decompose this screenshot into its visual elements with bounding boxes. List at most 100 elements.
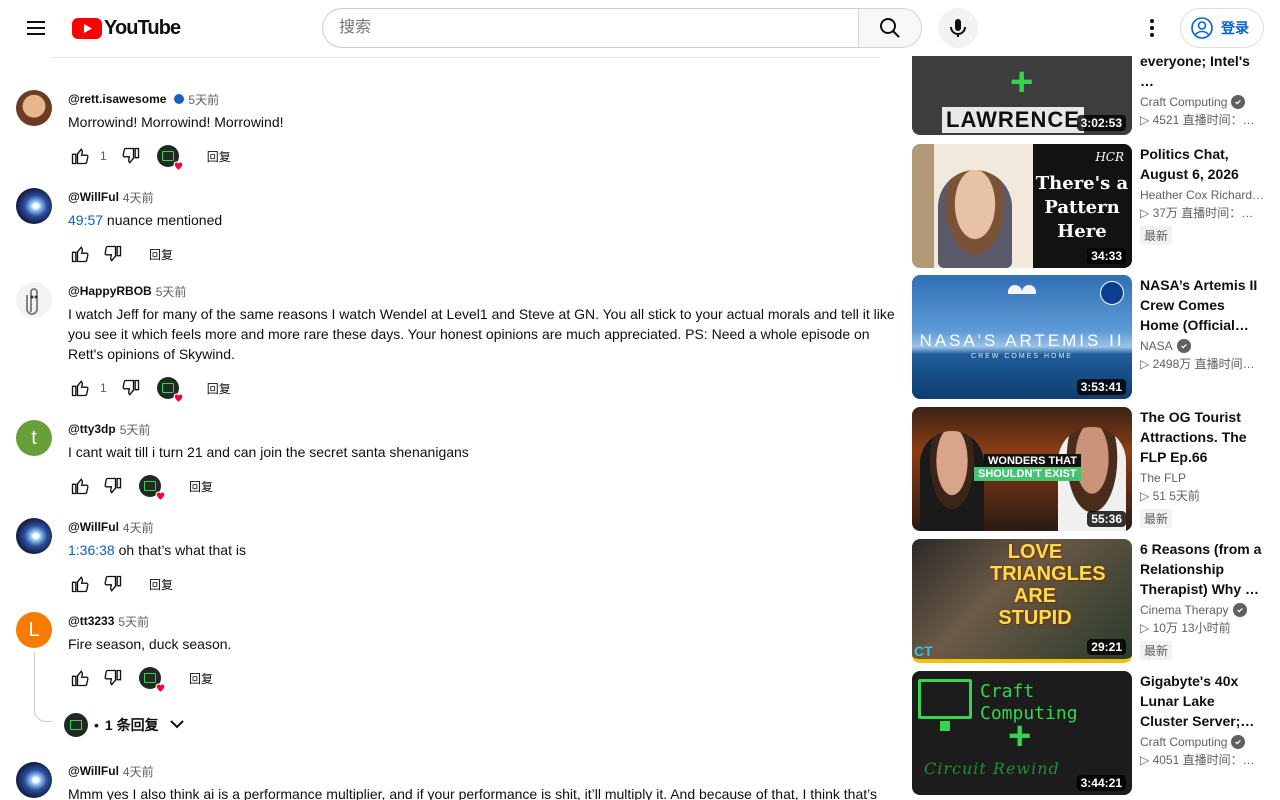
thumbnail-text: There's a Pattern Here [1035,173,1129,242]
reply-button[interactable]: 回复 [149,246,173,263]
avatar[interactable]: L [16,612,52,648]
comment-author[interactable]: @WillFul [68,520,119,534]
dislike-icon[interactable] [119,376,143,400]
youtube-play-icon [72,17,102,39]
comment-text: 49:57 nuance mentioned [68,210,896,230]
comment-time[interactable]: 4天前 [123,189,154,206]
thumbnail-text: LAWRENCE [942,107,1084,133]
heart-icon [155,491,166,502]
new-badge: 最新 [1140,641,1173,660]
reply-button[interactable]: 回复 [189,478,213,495]
like-icon[interactable] [68,474,92,498]
channel-name[interactable]: Cinema Therapy [1140,601,1229,619]
creator-heart [139,667,166,694]
comment-author[interactable]: @HappyRBOB [68,284,152,298]
verified-check-icon [1232,603,1247,617]
video-duration: 29:21 [1087,639,1126,655]
timestamp-link[interactable]: 1:36:38 [68,542,115,558]
timestamp-link[interactable]: 49:57 [68,212,103,228]
comment-author[interactable]: @tt3233 [68,614,114,628]
comment-time[interactable]: 4天前 [123,519,154,536]
heart-icon [155,683,166,694]
dislike-icon[interactable] [119,144,143,168]
avatar[interactable] [16,188,52,224]
avatar[interactable]: t [16,420,52,456]
video-thumbnail[interactable]: NASA'S ARTEMIS II CREW COMES HOME 3:53:4… [912,275,1132,399]
video-stats: ▷ 4051 直播时间：… [1140,753,1255,767]
channel-name[interactable]: Craft Computing [1140,93,1227,111]
dislike-icon[interactable] [101,666,125,690]
hamburger-menu-icon [27,21,45,35]
dislike-icon[interactable] [101,474,125,498]
comment-author[interactable]: @rett.isawesome [68,92,166,106]
comment-time[interactable]: 5天前 [188,91,219,108]
reply-button[interactable]: 回复 [189,670,213,687]
video-thumbnail[interactable]: There's a Pattern Here HCR 34:33 [912,144,1132,268]
plus-icon: + [1008,714,1032,758]
like-icon[interactable] [68,144,92,168]
channel-name[interactable]: NASA [1140,337,1173,355]
like-icon[interactable] [68,242,92,266]
channel-name[interactable]: Heather Cox Richard… [1140,186,1264,204]
chevron-down-icon [165,712,189,739]
video-card[interactable]: There's a Pattern Here HCR 34:33 Politic… [912,144,1272,268]
video-thumbnail[interactable]: Craft Computing + Circuit Rewind 3:44:21 [912,671,1132,795]
new-badge: 最新 [1140,226,1173,245]
search-input[interactable] [322,8,858,48]
video-title[interactable]: 6 Reasons (from a Relationship Therapist… [1140,539,1266,599]
search-button[interactable] [858,8,922,48]
dislike-icon[interactable] [101,242,125,266]
verified-check-icon [1176,339,1191,353]
channel-name[interactable]: Craft Computing [1140,733,1227,751]
video-title[interactable]: The OG Tourist Attractions. The FLP Ep.6… [1140,407,1266,467]
avatar[interactable] [16,518,52,554]
voice-search-button[interactable] [938,8,978,48]
sign-in-label: 登录 [1221,20,1249,36]
video-card[interactable]: WONDERS THAT SHOULDN'T EXIST 55:36 The O… [912,407,1272,531]
like-icon[interactable] [68,572,92,596]
comment-author[interactable]: @tty3dp [68,422,116,436]
video-card[interactable]: LOVE TRIANGLES ARE STUPID CT 29:21 6 Rea… [912,539,1272,663]
video-thumbnail[interactable]: WONDERS THAT SHOULDN'T EXIST 55:36 [912,407,1132,531]
view-replies-button[interactable]: • 1 条回复 [64,713,189,737]
plus-icon: + [1010,60,1034,104]
video-duration: 3:53:41 [1076,379,1126,395]
avatar[interactable] [16,762,52,798]
avatar[interactable] [16,282,52,318]
comment-time[interactable]: 4天前 [123,763,154,780]
thread-connector [34,652,52,722]
avatar[interactable] [16,90,52,126]
video-card[interactable]: Craft Computing + Circuit Rewind 3:44:21… [912,671,1272,795]
thumbnail-text: Craft [980,681,1035,702]
video-thumbnail[interactable]: LOVE TRIANGLES ARE STUPID CT 29:21 [912,539,1132,663]
search-icon [880,18,900,38]
guide-menu-button[interactable] [16,8,56,48]
sign-in-button[interactable]: 登录 [1180,8,1264,48]
like-icon[interactable] [68,376,92,400]
comment-time[interactable]: 5天前 [118,613,149,630]
comment-text: Morrowind! Morrowind! Morrowind! [68,114,284,130]
person-image [938,170,1012,268]
comment-text: Mmm yes I also think ai is a performance… [68,786,877,800]
channel-name[interactable]: The FLP [1140,469,1186,487]
video-card[interactable]: NASA'S ARTEMIS II CREW COMES HOME 3:53:4… [912,275,1272,399]
video-title[interactable]: NASA’s Artemis II Crew Comes Home (Offic… [1140,275,1266,335]
video-title[interactable]: Politics Chat, August 6, 2026 [1140,144,1266,184]
video-title[interactable]: Gigabyte's 40x Lunar Lake Cluster Server… [1140,671,1266,731]
youtube-logo[interactable]: YouTube [72,17,181,39]
thumbnail-subtext: SHOULDN'T EXIST [974,467,1081,481]
comment-author[interactable]: @WillFul [68,764,119,778]
comment-time[interactable]: 5天前 [156,283,187,300]
reply-button[interactable]: 回复 [207,380,231,397]
video-duration: 3:02:53 [1076,115,1126,131]
comment-author[interactable]: @WillFul [68,190,119,204]
reply-button[interactable]: 回复 [207,148,231,165]
settings-more-button[interactable] [1132,8,1172,48]
channel-logo: CT [914,643,933,659]
video-title[interactable]: everyone; Intel's … [1140,51,1266,91]
comment-time[interactable]: 5天前 [120,421,151,438]
reply-button[interactable]: 回复 [149,576,173,593]
comment-text-body: nuance mentioned [103,212,223,228]
dislike-icon[interactable] [101,572,125,596]
like-icon[interactable] [68,666,92,690]
